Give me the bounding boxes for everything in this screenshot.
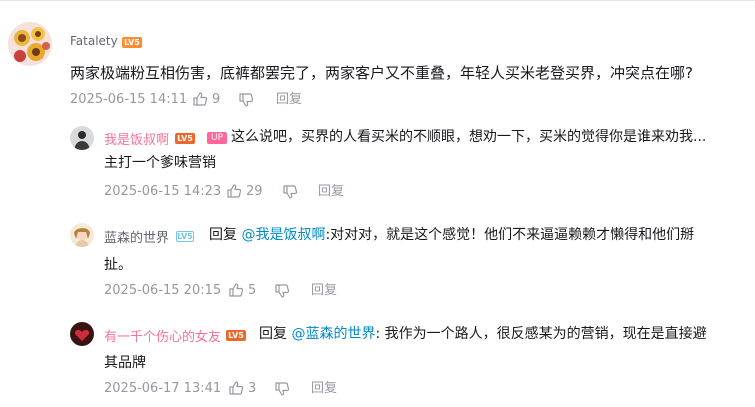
avatar-sunflower-image [8, 22, 52, 66]
username[interactable]: Fatalety [70, 34, 118, 48]
avatar-anime-image [70, 223, 94, 247]
username[interactable]: 蓝森的世界 [104, 227, 169, 246]
thumbs-down-icon[interactable] [282, 184, 298, 200]
avatar-fatalety[interactable] [8, 22, 52, 66]
thumbs-down-icon[interactable] [274, 283, 290, 299]
avatar-yiqian[interactable] [70, 322, 94, 346]
reply-time: 2025-06-15 14:23 [104, 184, 222, 199]
mention-link[interactable]: @蓝森的世界 [291, 326, 375, 342]
top-divider [0, 0, 755, 1]
thumbs-down-icon[interactable] [274, 381, 290, 397]
avatar-lansen[interactable] [70, 223, 94, 247]
reply-button[interactable]: 回复 [276, 92, 302, 108]
reply-prefix: 回复 [259, 326, 287, 342]
reply-prefix: 回复 [209, 227, 237, 243]
reply-text-line2: 主打一个爹味营销 [104, 155, 216, 171]
level-badge: LV5 [176, 231, 194, 242]
level-badge: LV5 [175, 133, 195, 144]
thumbs-up-icon[interactable] [192, 91, 208, 107]
reply-text-line1: 这么说吧，买界的人看买米的不顺眼，想劝一下，买米的觉得你是谁来劝我... [231, 129, 707, 145]
thumbs-down-icon[interactable] [238, 92, 254, 108]
like-count: 3 [248, 381, 257, 396]
level-badge: LV5 [122, 37, 142, 48]
reply-button[interactable]: 回复 [311, 381, 337, 397]
comment-time: 2025-06-15 14:11 [70, 92, 188, 107]
username[interactable]: 有一千个伤心的女友 [104, 326, 221, 345]
reply-time: 2025-06-17 13:41 [104, 381, 222, 396]
avatar-fanshu[interactable] [70, 126, 94, 150]
comment-text: 两家极端粉互相伤害，底裤都罢完了，两家客户又不重叠，年轻人买米老登买界，冲突点在… [70, 64, 693, 82]
reply-text-line2: 其品牌 [104, 355, 146, 371]
reply-time: 2025-06-15 20:15 [104, 283, 222, 298]
reply-button[interactable]: 回复 [311, 283, 337, 299]
username[interactable]: 我是饭叔啊 [104, 129, 169, 148]
avatar-person-image [70, 126, 94, 150]
like-count: 29 [246, 184, 263, 199]
like-count: 9 [212, 92, 221, 107]
up-badge: UP [207, 132, 227, 144]
avatar-heart-image [70, 322, 94, 346]
reply-content: : 我作为一个路人，很反感某为的营销，现在是直接避 [375, 326, 707, 342]
thumbs-up-icon[interactable] [228, 282, 244, 298]
reply-text-line1: 回复 @蓝森的世界: 我作为一个路人，很反感某为的营销，现在是直接避 [259, 321, 707, 347]
thumbs-up-icon[interactable] [226, 183, 242, 199]
like-count: 5 [248, 283, 257, 298]
mention-link[interactable]: @我是饭叔啊 [241, 227, 325, 243]
reply-button[interactable]: 回复 [318, 184, 344, 200]
reply-text-line2: 扯。 [104, 257, 132, 273]
level-badge: LV5 [226, 330, 246, 341]
reply-text-line1: 回复 @我是饭叔啊:对对对，就是这个感觉！他们不来逼逼赖赖才懒得和他们掰 [209, 222, 694, 248]
thumbs-up-icon[interactable] [228, 380, 244, 396]
reply-content: :对对对，就是这个感觉！他们不来逼逼赖赖才懒得和他们掰 [325, 227, 695, 243]
